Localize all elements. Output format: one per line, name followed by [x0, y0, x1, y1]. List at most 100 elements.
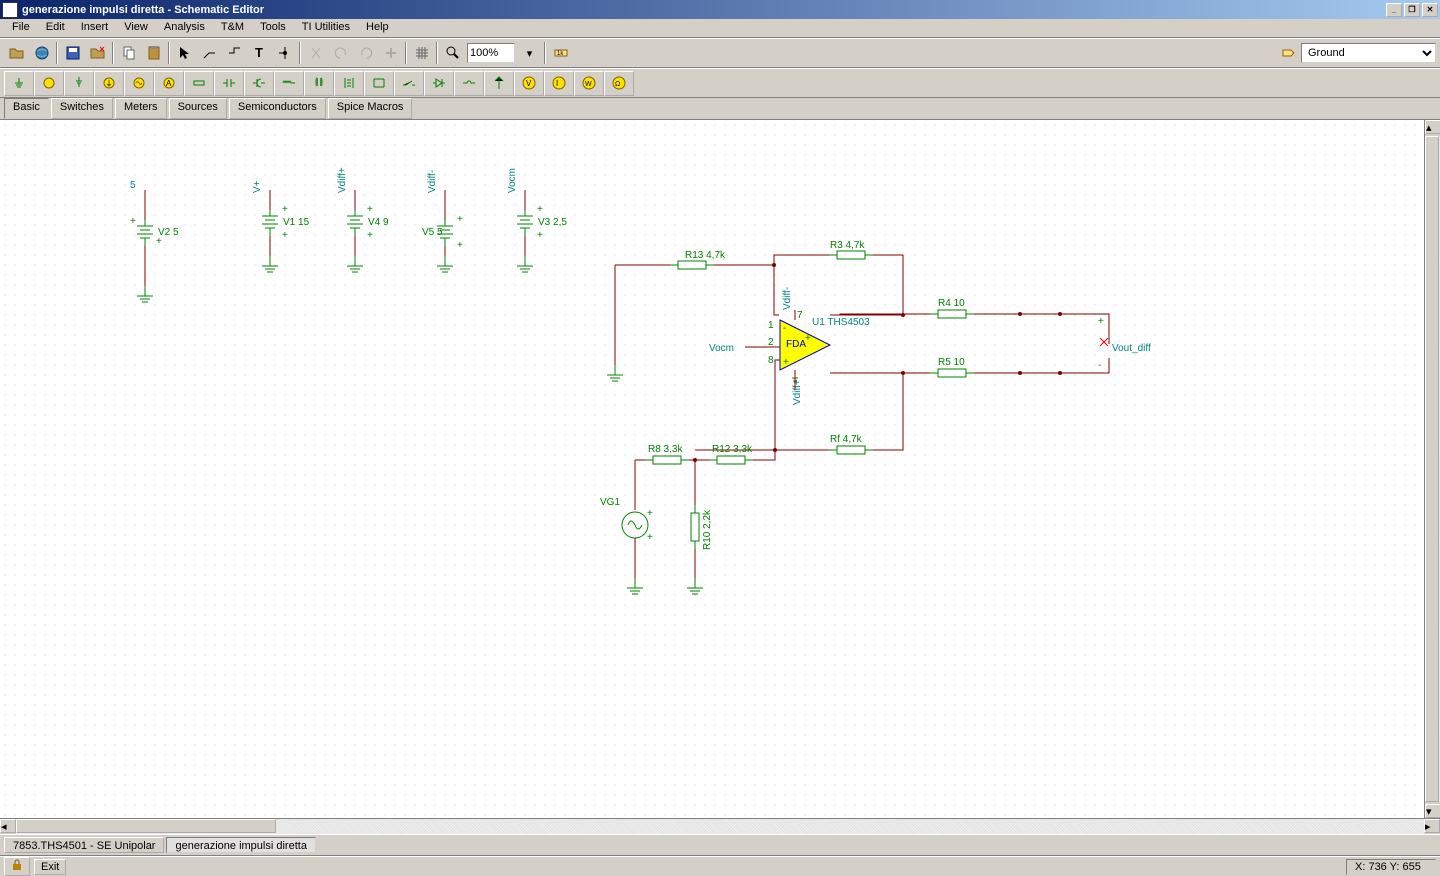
netlabel-select[interactable]: Ground: [1301, 43, 1436, 63]
comp-battery[interactable]: [64, 71, 94, 96]
doc-tab-2[interactable]: generazione impulsi diretta: [166, 837, 315, 853]
netlabel-icon[interactable]: [1276, 41, 1301, 66]
schematic-workspace[interactable]: ▴ ▾ 5 V2 5: [0, 120, 1440, 818]
menu-tiutilities[interactable]: TI Utilities: [294, 19, 358, 37]
tab-sources[interactable]: Sources: [169, 98, 227, 119]
svg-text:+: +: [783, 357, 789, 368]
add-button[interactable]: [378, 41, 403, 66]
vout-diff-marker[interactable]: Vout_diff + -: [1098, 316, 1151, 371]
statusbar: Exit X: 736 Y: 655: [0, 856, 1440, 876]
save-button[interactable]: [60, 41, 85, 66]
tab-basic[interactable]: Basic: [4, 98, 49, 119]
comp-label-3[interactable]: W: [574, 71, 604, 96]
svg-text:+: +: [282, 204, 288, 215]
source-v4[interactable]: Vdiff+ V4 9 + +: [337, 167, 389, 272]
junction-tool[interactable]: [272, 41, 297, 66]
svg-text:T: T: [255, 45, 263, 60]
comp-resistor[interactable]: [184, 71, 214, 96]
tab-semiconductors[interactable]: Semiconductors: [229, 98, 326, 119]
menu-tm[interactable]: T&M: [213, 19, 252, 37]
comp-inductor[interactable]: [274, 71, 304, 96]
source-v5[interactable]: Vdiff- V5 5 + +: [422, 170, 463, 272]
source-v3[interactable]: Vocm V3 2,5 + +: [507, 168, 567, 272]
menu-edit[interactable]: Edit: [38, 19, 73, 37]
zoom-button[interactable]: [440, 41, 465, 66]
tab-spicemacros[interactable]: Spice Macros: [328, 98, 413, 119]
menu-file[interactable]: File: [4, 19, 38, 37]
redo-button[interactable]: [353, 41, 378, 66]
minimize-button[interactable]: _: [1386, 3, 1402, 17]
comp-label-1[interactable]: V: [514, 71, 544, 96]
restore-button[interactable]: ❐: [1404, 3, 1420, 17]
copy-button[interactable]: [116, 41, 141, 66]
resistor-r12[interactable]: [709, 456, 753, 464]
exit-button[interactable]: Exit: [34, 859, 66, 875]
vertical-scrollbar[interactable]: ▴ ▾: [1424, 120, 1440, 818]
vscroll-thumb[interactable]: [1425, 136, 1439, 802]
pointer-tool[interactable]: [172, 41, 197, 66]
status-lock-icon[interactable]: [4, 857, 30, 876]
resistor-r4[interactable]: [930, 310, 974, 318]
close-button[interactable]: ✕: [1422, 3, 1438, 17]
component-toolbar: A V I W Ω: [0, 68, 1440, 98]
svg-text:FDA: FDA: [786, 339, 806, 350]
menu-help[interactable]: Help: [358, 19, 397, 37]
wire-tool-2[interactable]: [222, 41, 247, 66]
resistor-r13[interactable]: [670, 261, 714, 269]
resistor-r3[interactable]: [829, 251, 873, 259]
resistor-r10[interactable]: [691, 505, 699, 549]
svg-text:+: +: [1098, 316, 1104, 327]
comp-vsource[interactable]: [34, 71, 64, 96]
cut-tool[interactable]: [303, 41, 328, 66]
scroll-up-button[interactable]: ▴: [1425, 120, 1440, 134]
comp-ground[interactable]: [4, 71, 34, 96]
open-button[interactable]: [4, 41, 29, 66]
comp-capacitor-pol[interactable]: [244, 71, 274, 96]
scroll-right-button[interactable]: ▸: [1424, 819, 1440, 833]
tab-meters[interactable]: Meters: [115, 98, 167, 119]
svg-text:7: 7: [797, 310, 803, 321]
source-v1[interactable]: V+ V1 15 + +: [252, 180, 310, 272]
comp-agen[interactable]: A: [154, 71, 184, 96]
comp-transmission[interactable]: [364, 71, 394, 96]
open-web-button[interactable]: [29, 41, 54, 66]
comp-transformer-2[interactable]: [334, 71, 364, 96]
comp-isource[interactable]: [94, 71, 124, 96]
hscroll-thumb[interactable]: [16, 819, 276, 833]
menu-view[interactable]: View: [116, 19, 156, 37]
zoom-input[interactable]: [467, 43, 515, 63]
resistor-r8[interactable]: [645, 456, 689, 464]
horizontal-scrollbar[interactable]: ◂ ▸: [0, 818, 1440, 834]
scroll-left-button[interactable]: ◂: [0, 819, 16, 833]
comp-transformer[interactable]: [304, 71, 334, 96]
svg-text:+: +: [647, 532, 653, 543]
paste-button[interactable]: [141, 41, 166, 66]
resistor-rf[interactable]: [829, 446, 873, 454]
scroll-down-button[interactable]: ▾: [1425, 804, 1440, 818]
undo-button[interactable]: [328, 41, 353, 66]
resistor-r5[interactable]: [930, 369, 974, 377]
svg-text:+: +: [537, 230, 543, 241]
menu-insert[interactable]: Insert: [73, 19, 117, 37]
comp-vgen[interactable]: [124, 71, 154, 96]
source-v2[interactable]: 5 V2 5 + +: [130, 180, 179, 302]
close-file-button[interactable]: [85, 41, 110, 66]
menu-tools[interactable]: Tools: [252, 19, 294, 37]
ruler-button[interactable]: 1k: [548, 41, 573, 66]
grid-toggle[interactable]: [409, 41, 434, 66]
wire-tool[interactable]: [197, 41, 222, 66]
doc-tab-1[interactable]: 7853.THS4501 - SE Unipolar: [4, 837, 164, 853]
schematic-canvas[interactable]: 5 V2 5 + + V+ V1 15 + + Vdiff+ V4 9: [0, 120, 1420, 800]
comp-port[interactable]: [484, 71, 514, 96]
comp-label-2[interactable]: I: [544, 71, 574, 96]
comp-jumper[interactable]: [454, 71, 484, 96]
comp-label-4[interactable]: Ω: [604, 71, 634, 96]
menu-analysis[interactable]: Analysis: [156, 19, 213, 37]
zoom-dropdown[interactable]: ▾: [517, 41, 542, 66]
comp-capacitor[interactable]: [214, 71, 244, 96]
amplifier-u1[interactable]: U1 THS4503 FDA + - + Vocm Vdiff- Vdiff+ …: [709, 287, 870, 405]
comp-switch[interactable]: [394, 71, 424, 96]
text-tool[interactable]: T: [247, 41, 272, 66]
comp-diode[interactable]: [424, 71, 454, 96]
tab-switches[interactable]: Switches: [51, 98, 113, 119]
